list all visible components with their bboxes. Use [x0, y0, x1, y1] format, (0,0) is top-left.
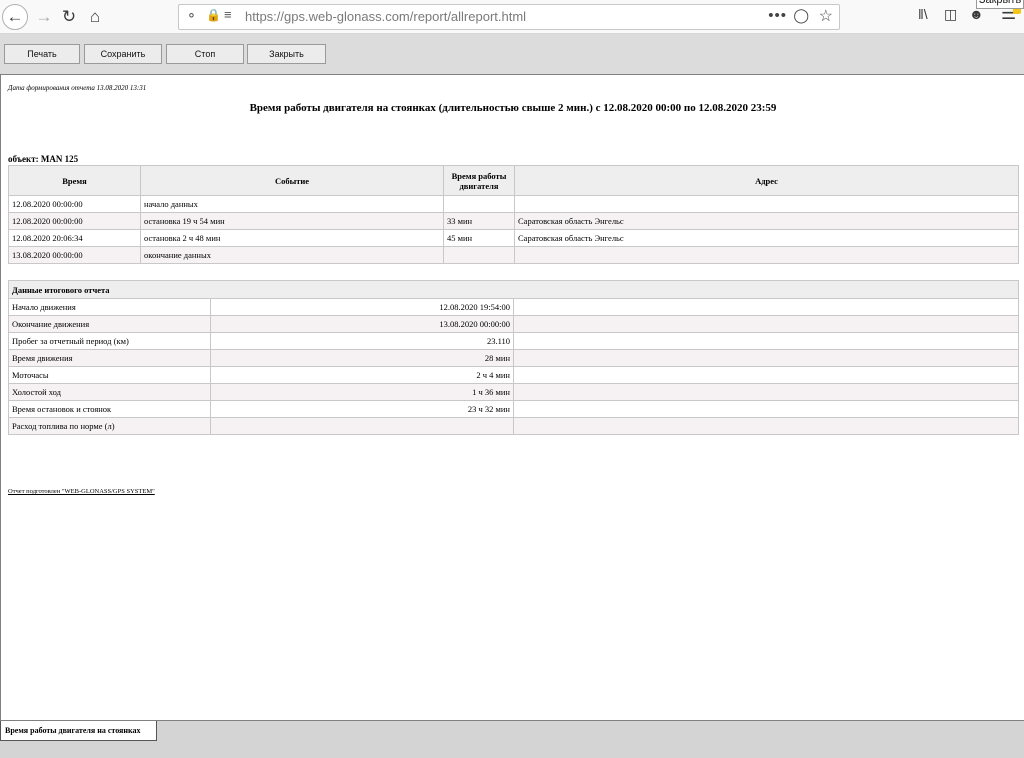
print-button[interactable]: Печать — [4, 44, 80, 64]
cell-time: 13.08.2020 00:00:00 — [8, 246, 141, 264]
summary-value: 1 ч 36 мин — [210, 383, 514, 401]
summary-empty-cell — [513, 315, 1019, 333]
save-button[interactable]: Сохранить — [84, 44, 162, 64]
cell-event: остановка 19 ч 54 мин — [140, 212, 444, 230]
column-header-address: Адрес — [514, 165, 1019, 196]
object-label: объект: MAN 125 — [8, 154, 79, 164]
summary-row: Пробег за отчетный период (км) 23.110 — [8, 332, 1019, 350]
cell-address: Саратовская область Энгельс — [514, 229, 1019, 247]
footer-credit-link[interactable]: Отчет подготовлен "WEB-GLONASS/GPS SYSTE… — [8, 488, 155, 495]
reload-icon[interactable]: ↻ — [56, 4, 82, 30]
cell-address — [514, 246, 1019, 264]
events-table: Время Событие Время работы двигателя Адр… — [8, 165, 1019, 264]
column-header-time: Время — [8, 165, 141, 196]
summary-row: Время движения 28 мин — [8, 349, 1019, 367]
table-header-row: Время Событие Время работы двигателя Адр… — [8, 165, 1019, 196]
library-icon[interactable]: ‖\ — [918, 6, 928, 22]
stop-button[interactable]: Стоп — [166, 44, 244, 64]
summary-label: Пробег за отчетный период (км) — [8, 332, 211, 350]
report-title: Время работы двигателя на стоянках (длит… — [249, 102, 777, 114]
report-toolbar: Печать Сохранить Стоп Закрыть — [0, 34, 1024, 75]
report-page: Дата формирования отчета 13.08.2020 13:3… — [0, 75, 1024, 720]
summary-label: Время остановок и стоянок — [8, 400, 211, 418]
bottom-tab-bar: Время работы двигателя на стоянках — [0, 720, 1024, 758]
summary-row: Время остановок и стоянок 23 ч 32 мин — [8, 400, 1019, 418]
cell-engine-time: 45 мин — [443, 229, 515, 247]
summary-label: Начало движения — [8, 298, 211, 316]
table-row: 12.08.2020 20:06:34 остановка 2 ч 48 мин… — [8, 229, 1019, 247]
bookmark-star-icon[interactable]: ☆ — [819, 6, 833, 26]
summary-empty-cell — [513, 366, 1019, 384]
summary-value: 2 ч 4 мин — [210, 366, 514, 384]
summary-label: Холостой ход — [8, 383, 211, 401]
summary-value: 28 мин — [210, 349, 514, 367]
summary-title: Данные итогового отчета — [8, 280, 1019, 299]
summary-empty-cell — [513, 332, 1019, 350]
summary-row: Холостой ход 1 ч 36 мин — [8, 383, 1019, 401]
cell-time: 12.08.2020 20:06:34 — [8, 229, 141, 247]
lock-icon[interactable]: 🔒 — [206, 8, 221, 22]
back-arrow-icon[interactable]: ← — [2, 4, 28, 30]
cell-time: 12.08.2020 00:00:00 — [8, 212, 141, 230]
url-text[interactable]: https://gps.web-glonass.com/report/allre… — [245, 9, 526, 24]
cell-address: Саратовская область Энгельс — [514, 212, 1019, 230]
summary-row: Окончание движения 13.08.2020 00:00:00 — [8, 315, 1019, 333]
summary-label: Время движения — [8, 349, 211, 367]
close-tooltip: Закрыть — [976, 0, 1024, 9]
cell-engine-time: 33 мин — [443, 212, 515, 230]
table-row: 13.08.2020 00:00:00 окончание данных — [8, 246, 1019, 264]
summary-empty-cell — [513, 349, 1019, 367]
close-button[interactable]: Закрыть — [247, 44, 326, 64]
generation-date: Дата формирования отчета 13.08.2020 13:3… — [8, 84, 147, 92]
column-header-engine-time: Время работы двигателя — [443, 165, 515, 196]
cell-event: остановка 2 ч 48 мин — [140, 229, 444, 247]
summary-label: Расход топлива по норме (л) — [8, 417, 211, 435]
summary-label: Моточасы — [8, 366, 211, 384]
cell-event: окончание данных — [140, 246, 444, 264]
permissions-icon[interactable]: ≡ — [224, 7, 232, 22]
summary-value: 12.08.2020 19:54:00 — [210, 298, 514, 316]
address-bar[interactable]: ⚬ 🔒 ≡ https://gps.web-glonass.com/report… — [178, 4, 840, 30]
pocket-icon[interactable]: ◯ — [793, 7, 809, 24]
cell-event: начало данных — [140, 195, 444, 213]
sidebar-icon[interactable]: ◫ — [944, 6, 957, 23]
summary-label: Окончание движения — [8, 315, 211, 333]
summary-row: Моточасы 2 ч 4 мин — [8, 366, 1019, 384]
summary-value: 23.110 — [210, 332, 514, 350]
summary-header-row: Данные итогового отчета — [8, 280, 1019, 299]
forward-arrow-icon[interactable]: → — [31, 4, 57, 30]
cell-address — [514, 195, 1019, 213]
report-tab[interactable]: Время работы двигателя на стоянках — [0, 721, 157, 741]
home-icon[interactable]: ⌂ — [82, 4, 108, 30]
summary-table: Данные итогового отчета Начало движения … — [8, 280, 1019, 435]
summary-empty-cell — [513, 417, 1019, 435]
summary-value: 13.08.2020 00:00:00 — [210, 315, 514, 333]
summary-value: 23 ч 32 мин — [210, 400, 514, 418]
table-row: 12.08.2020 00:00:00 начало данных — [8, 195, 1019, 213]
column-header-event: Событие — [140, 165, 444, 196]
cell-engine-time — [443, 195, 515, 213]
summary-row: Начало движения 12.08.2020 19:54:00 — [8, 298, 1019, 316]
summary-empty-cell — [513, 383, 1019, 401]
cell-time: 12.08.2020 00:00:00 — [8, 195, 141, 213]
shield-icon[interactable]: ⚬ — [186, 8, 197, 24]
summary-row: Расход топлива по норме (л) — [8, 417, 1019, 435]
table-row: 12.08.2020 00:00:00 остановка 19 ч 54 ми… — [8, 212, 1019, 230]
summary-empty-cell — [513, 400, 1019, 418]
summary-empty-cell — [513, 298, 1019, 316]
browser-toolbar: ← → ↻ ⌂ ⚬ 🔒 ≡ https://gps.web-glonass.co… — [0, 0, 1024, 34]
cell-engine-time — [443, 246, 515, 264]
summary-value — [210, 417, 514, 435]
page-actions-icon[interactable]: ••• — [768, 7, 787, 24]
